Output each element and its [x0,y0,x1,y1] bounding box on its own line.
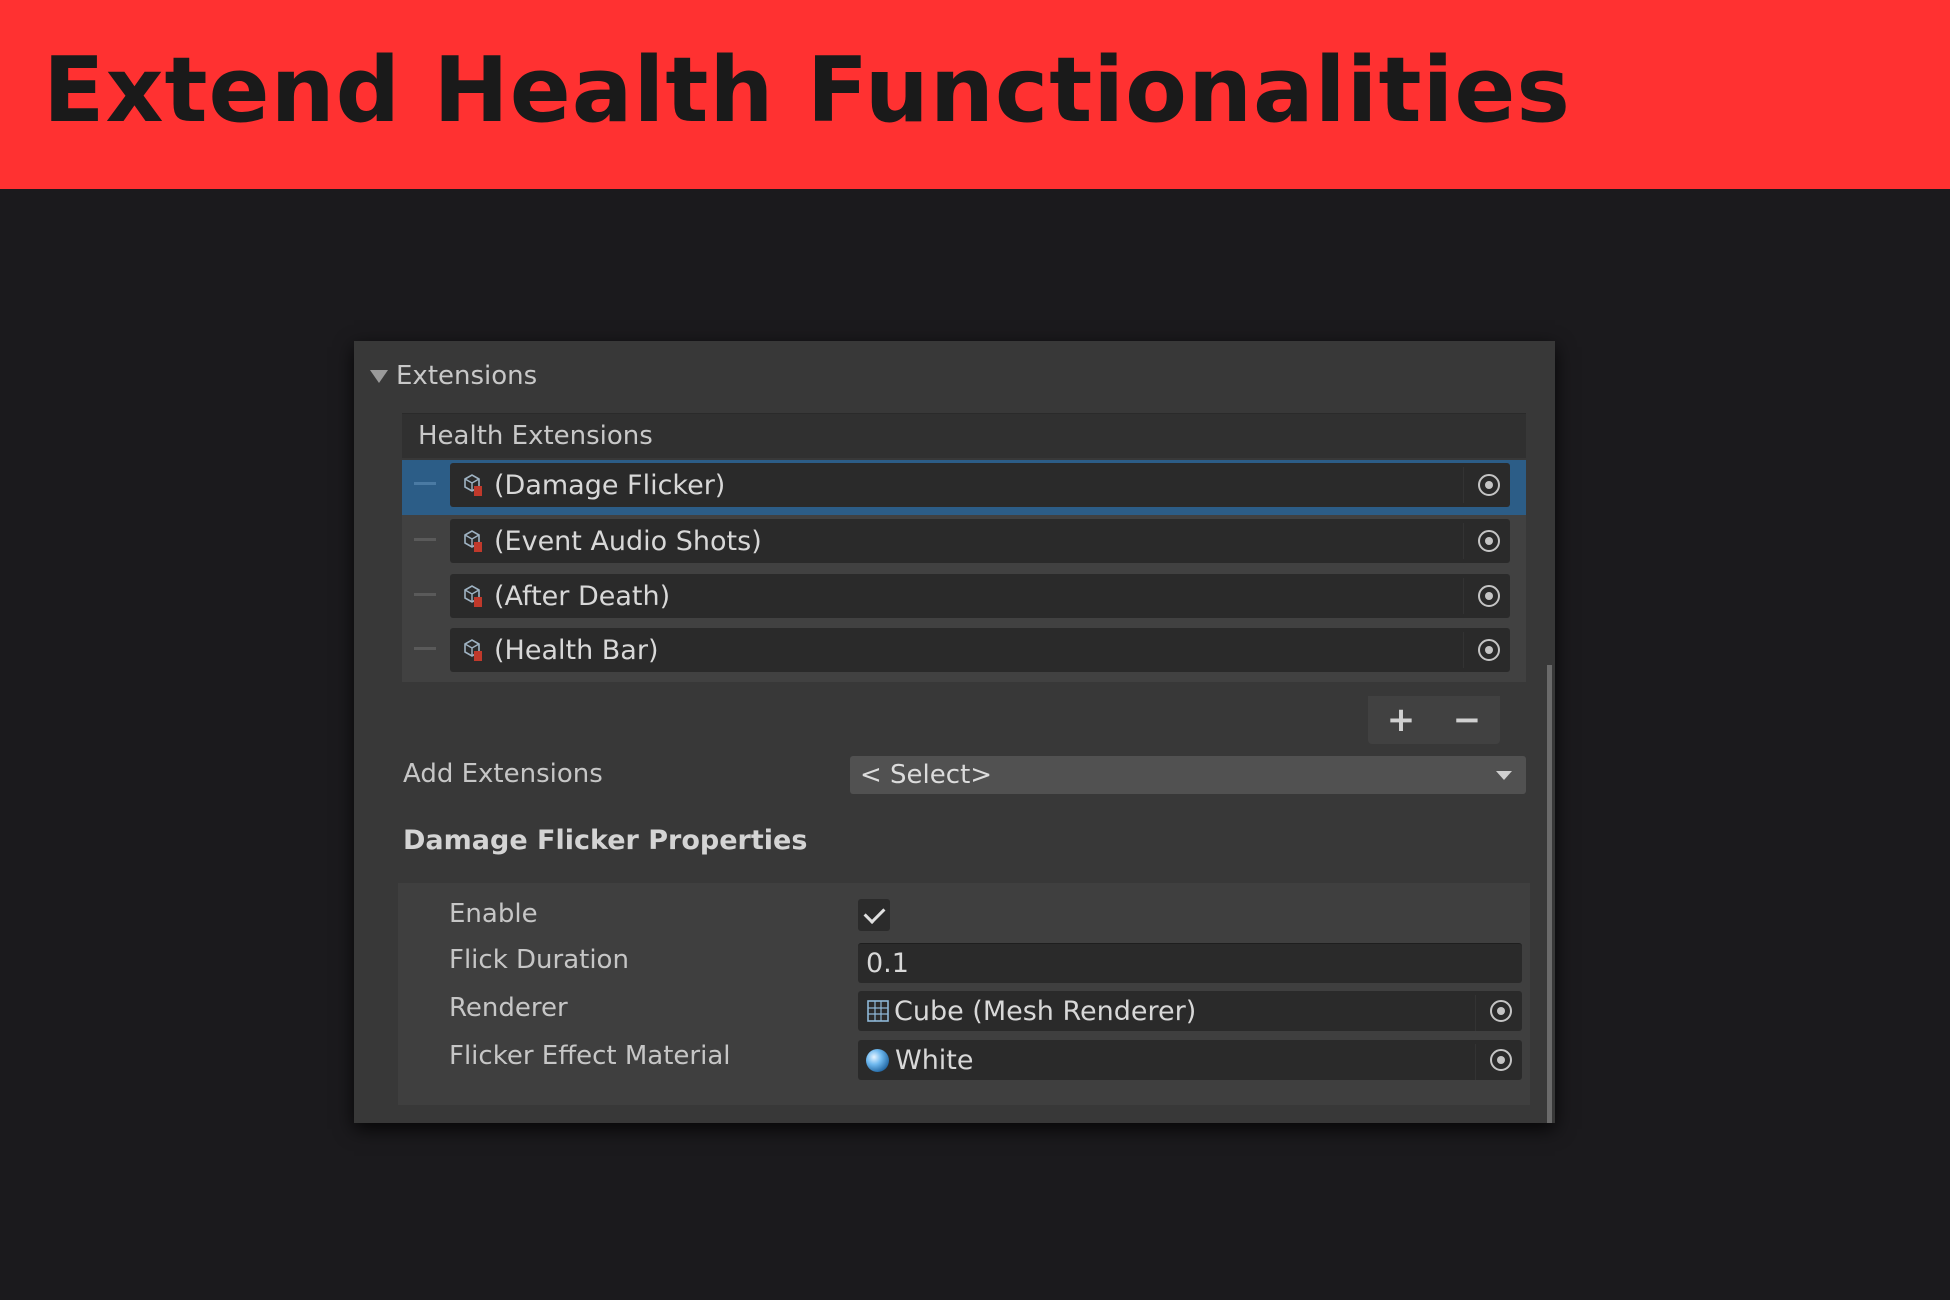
checkmark-icon [863,902,885,924]
object-picker-icon[interactable] [1478,474,1500,496]
drag-handle-icon[interactable] [414,482,436,485]
drag-handle-icon[interactable] [414,538,436,541]
dropdown-value: < Select> [860,760,993,790]
script-object-icon [464,585,482,607]
list-item[interactable]: (After Death) [402,571,1526,623]
object-field-label: (Damage Flicker) [494,469,726,501]
separator [1475,995,1476,1031]
object-picker-icon[interactable] [1478,530,1500,552]
separator [1463,632,1464,668]
object-field[interactable]: (Damage Flicker) [450,463,1510,507]
title-banner: Extend Health Functionalities [0,0,1950,189]
enable-checkbox[interactable] [858,899,890,931]
material-sphere-icon [866,1048,889,1072]
script-object-icon [464,639,482,661]
add-extensions-label: Add Extensions [403,759,603,789]
extensions-list: (Damage Flicker) (Event Audio Shots) (Af… [402,460,1526,682]
list-header-label: Health Extensions [418,421,653,451]
object-field[interactable]: (Health Bar) [450,628,1510,672]
list-item[interactable]: (Damage Flicker) [402,460,1526,515]
object-picker-icon[interactable] [1478,585,1500,607]
renderer-value: Cube (Mesh Renderer) [894,995,1197,1027]
remove-item-button[interactable]: − [1453,703,1482,737]
scrollbar[interactable] [1547,665,1552,1123]
list-item[interactable]: (Health Bar) [402,625,1526,677]
flicker-material-value: White [895,1044,974,1076]
object-field-label: (Health Bar) [494,634,659,666]
list-footer: + − [1368,696,1500,744]
banner-title: Extend Health Functionalities [43,38,1571,143]
object-field[interactable]: (After Death) [450,574,1510,618]
object-field[interactable]: (Event Audio Shots) [450,519,1510,563]
object-picker-icon[interactable] [1490,1049,1512,1071]
flick-duration-value: 0.1 [866,948,909,979]
object-field-label: (After Death) [494,580,671,612]
chevron-down-icon [1496,771,1512,780]
renderer-field[interactable]: Cube (Mesh Renderer) [858,991,1522,1031]
foldout-label: Extensions [396,361,538,391]
enable-label: Enable [449,899,538,929]
separator [1463,578,1464,614]
add-item-button[interactable]: + [1387,703,1416,737]
drag-handle-icon[interactable] [414,647,436,650]
properties-title: Damage Flicker Properties [403,825,808,856]
flick-duration-label: Flick Duration [449,945,629,975]
extensions-foldout[interactable]: Extensions [370,361,537,391]
add-extensions-dropdown[interactable]: < Select> [850,756,1526,794]
list-header: Health Extensions [402,413,1526,458]
flicker-material-label: Flicker Effect Material [449,1041,731,1071]
separator [1463,467,1464,503]
separator [1475,1044,1476,1080]
flicker-material-field[interactable]: White [858,1040,1522,1080]
flick-duration-input[interactable]: 0.1 [858,943,1522,983]
object-picker-icon[interactable] [1490,1000,1512,1022]
script-object-icon [464,474,482,496]
drag-handle-icon[interactable] [414,593,436,596]
inspector-panel: Extensions Health Extensions (Damage Fli… [354,341,1555,1123]
object-field-label: (Event Audio Shots) [494,525,762,557]
renderer-label: Renderer [449,993,568,1023]
separator [1463,523,1464,559]
script-object-icon [464,530,482,552]
mesh-renderer-icon [867,1000,889,1022]
object-picker-icon[interactable] [1478,639,1500,661]
list-item[interactable]: (Event Audio Shots) [402,516,1526,568]
foldout-arrow-icon[interactable] [370,369,388,383]
